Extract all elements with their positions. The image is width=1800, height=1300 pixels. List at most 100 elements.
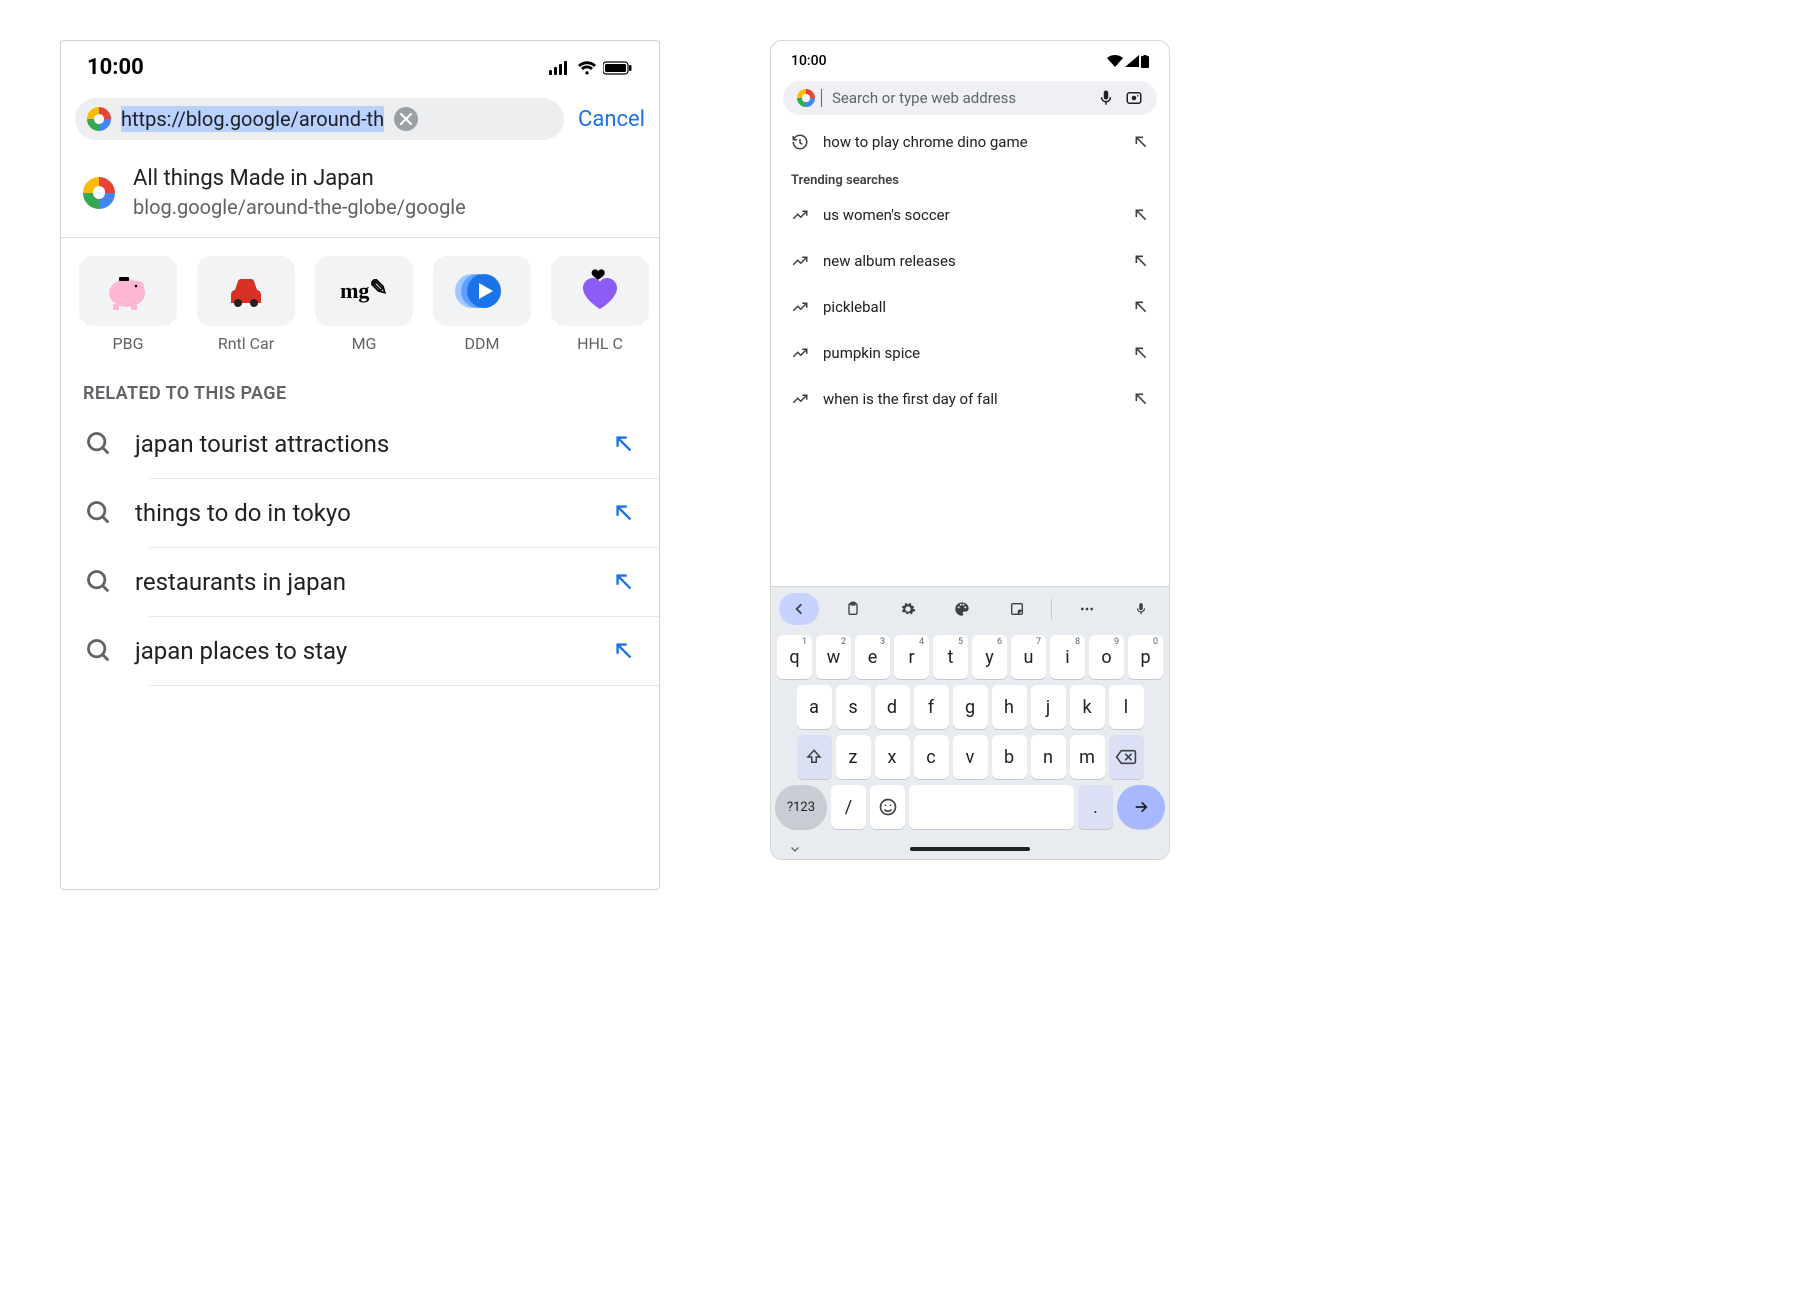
key-v[interactable]: v xyxy=(953,735,988,779)
enter-key[interactable] xyxy=(1117,785,1165,829)
key-t[interactable]: t5 xyxy=(933,635,968,679)
backspace-icon xyxy=(1115,749,1137,765)
trending-row[interactable]: us women's soccer xyxy=(771,192,1169,238)
google-favicon xyxy=(797,89,815,107)
shift-key[interactable] xyxy=(797,735,832,779)
search-icon xyxy=(85,568,113,596)
address-bar[interactable]: https://blog.google/around-th xyxy=(75,98,564,140)
key-y[interactable]: y6 xyxy=(972,635,1007,679)
key-c[interactable]: c xyxy=(914,735,949,779)
key-r[interactable]: r4 xyxy=(894,635,929,679)
slash-key[interactable]: / xyxy=(831,785,866,829)
search-placeholder: Search or type web address xyxy=(832,89,1087,107)
chevron-down-icon[interactable] xyxy=(787,843,803,855)
shortcut-hhl[interactable]: HHL C xyxy=(551,256,649,353)
insert-arrow-icon[interactable] xyxy=(1133,134,1149,150)
key-s[interactable]: s xyxy=(836,685,871,729)
space-key[interactable] xyxy=(909,785,1074,829)
insert-arrow-icon[interactable] xyxy=(613,640,635,662)
insert-arrow-icon[interactable] xyxy=(1133,391,1149,407)
ios-status-bar: 10:00 xyxy=(61,41,659,86)
clipboard-button[interactable] xyxy=(833,593,873,625)
backspace-key[interactable] xyxy=(1109,735,1144,779)
settings-button[interactable] xyxy=(888,593,928,625)
close-icon xyxy=(400,113,412,125)
chevron-left-icon xyxy=(792,602,806,616)
trending-icon xyxy=(791,252,809,270)
trending-row[interactable]: pickleball xyxy=(771,284,1169,330)
insert-arrow-icon[interactable] xyxy=(1133,207,1149,223)
voice-input-button[interactable] xyxy=(1121,593,1161,625)
top-suggestion[interactable]: All things Made in Japan blog.google/aro… xyxy=(61,152,659,237)
key-p[interactable]: p0 xyxy=(1128,635,1163,679)
trending-text: pumpkin spice xyxy=(823,344,1133,362)
shortcut-mg[interactable]: mg✎ MG xyxy=(315,256,413,353)
more-icon xyxy=(1078,601,1096,617)
lens-icon[interactable] xyxy=(1125,89,1143,107)
key-h[interactable]: h xyxy=(992,685,1027,729)
insert-arrow-icon[interactable] xyxy=(613,502,635,524)
key-o[interactable]: o9 xyxy=(1089,635,1124,679)
emoji-key[interactable] xyxy=(870,785,905,829)
cellular-icon xyxy=(549,61,571,75)
clear-url-button[interactable] xyxy=(394,107,418,131)
search-bar[interactable]: Search or type web address xyxy=(783,81,1157,115)
sticker-button[interactable] xyxy=(997,593,1037,625)
piggy-icon xyxy=(79,256,177,326)
key-d[interactable]: d xyxy=(875,685,910,729)
cancel-button[interactable]: Cancel xyxy=(578,107,645,132)
key-n[interactable]: n xyxy=(1031,735,1066,779)
history-icon xyxy=(791,133,809,151)
trending-row[interactable]: when is the first day of fall xyxy=(771,376,1169,422)
key-w[interactable]: w2 xyxy=(816,635,851,679)
key-u[interactable]: u7 xyxy=(1011,635,1046,679)
shortcut-label: MG xyxy=(315,334,413,353)
android-status-time: 10:00 xyxy=(791,53,827,69)
theme-button[interactable] xyxy=(942,593,982,625)
trending-row[interactable]: pumpkin spice xyxy=(771,330,1169,376)
insert-arrow-icon[interactable] xyxy=(1133,299,1149,315)
key-z[interactable]: z xyxy=(836,735,871,779)
key-i[interactable]: i8 xyxy=(1050,635,1085,679)
key-f[interactable]: f xyxy=(914,685,949,729)
symbols-key[interactable]: ?123 xyxy=(775,785,827,829)
key-e[interactable]: e3 xyxy=(855,635,890,679)
google-favicon xyxy=(83,177,115,209)
insert-arrow-icon[interactable] xyxy=(613,433,635,455)
top-suggestion-url: blog.google/around-the-globe/google xyxy=(133,195,466,219)
play-icon xyxy=(433,256,531,326)
suggestion-row[interactable]: things to do in tokyo xyxy=(61,479,659,547)
android-status-icons xyxy=(1107,55,1149,68)
shortcut-pbg[interactable]: PBG xyxy=(79,256,177,353)
insert-arrow-icon[interactable] xyxy=(1133,253,1149,269)
key-a[interactable]: a xyxy=(797,685,832,729)
trending-row[interactable]: new album releases xyxy=(771,238,1169,284)
nav-home-pill[interactable] xyxy=(910,847,1030,851)
divider xyxy=(149,685,659,686)
keyboard-back-button[interactable] xyxy=(779,593,819,625)
more-button[interactable] xyxy=(1067,593,1107,625)
key-q[interactable]: q1 xyxy=(777,635,812,679)
suggestion-row[interactable]: japan tourist attractions xyxy=(61,410,659,478)
key-l[interactable]: l xyxy=(1109,685,1144,729)
mic-icon[interactable] xyxy=(1097,89,1115,107)
address-input[interactable]: https://blog.google/around-th xyxy=(121,106,384,132)
suggestion-row[interactable]: japan places to stay xyxy=(61,617,659,685)
shortcut-ddm[interactable]: DDM xyxy=(433,256,531,353)
insert-arrow-icon[interactable] xyxy=(1133,345,1149,361)
key-k[interactable]: k xyxy=(1070,685,1105,729)
gear-icon xyxy=(900,601,916,617)
suggestion-row[interactable]: restaurants in japan xyxy=(61,548,659,616)
key-m[interactable]: m xyxy=(1070,735,1105,779)
shortcut-label: PBG xyxy=(79,334,177,353)
key-g[interactable]: g xyxy=(953,685,988,729)
car-icon xyxy=(197,256,295,326)
trending-icon xyxy=(791,344,809,362)
shortcut-rental-car[interactable]: Rntl Car xyxy=(197,256,295,353)
insert-arrow-icon[interactable] xyxy=(613,571,635,593)
period-key[interactable]: . xyxy=(1078,785,1113,829)
recent-search-row[interactable]: how to play chrome dino game xyxy=(771,121,1169,163)
key-x[interactable]: x xyxy=(875,735,910,779)
key-j[interactable]: j xyxy=(1031,685,1066,729)
key-b[interactable]: b xyxy=(992,735,1027,779)
